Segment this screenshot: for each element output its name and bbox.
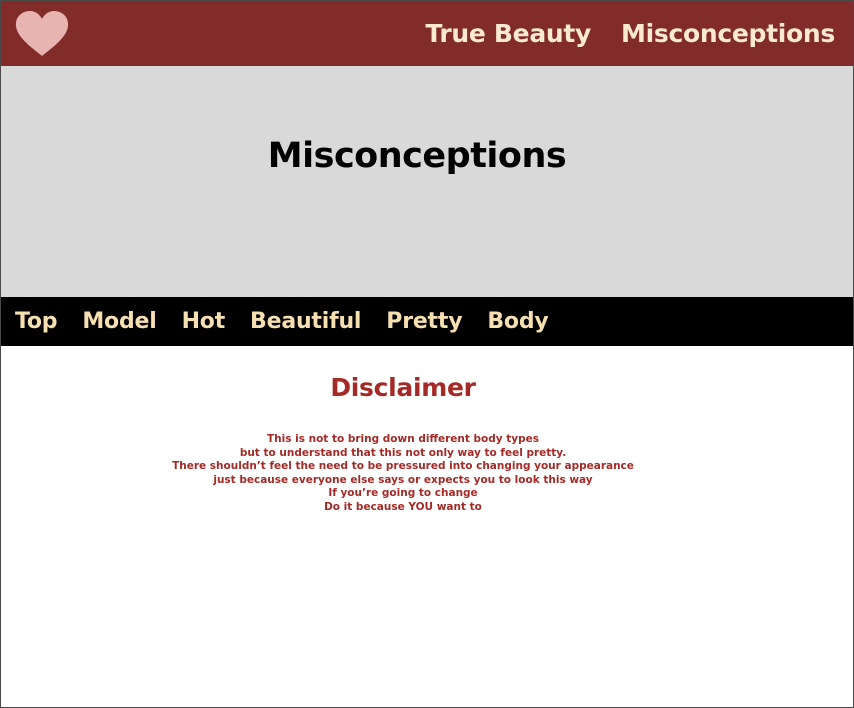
section-link-pretty[interactable]: Pretty — [386, 309, 462, 334]
disclaimer-line: If you’re going to change — [328, 487, 478, 499]
heart-icon[interactable] — [14, 10, 70, 58]
section-nav: Top Model Hot Beautiful Pretty Body — [1, 297, 853, 346]
disclaimer-heading: Disclaimer — [330, 373, 476, 402]
disclaimer-line: This is not to bring down different body… — [266, 433, 540, 445]
hero-banner: Misconceptions — [1, 66, 853, 297]
section-link-hot[interactable]: Hot — [182, 309, 226, 334]
page-title: Misconceptions — [267, 136, 567, 176]
section-link-body[interactable]: Body — [487, 309, 548, 334]
page: True Beauty Misconceptions Misconception… — [0, 0, 854, 708]
disclaimer-text: This is not to bring down different body… — [1, 433, 805, 514]
disclaimer-line: but to understand that this not only way… — [239, 446, 567, 459]
disclaimer-line: Do it because YOU want to — [324, 500, 482, 513]
top-nav: True Beauty Misconceptions — [425, 1, 835, 66]
nav-link-misconceptions[interactable]: Misconceptions — [621, 19, 835, 48]
nav-link-true-beauty[interactable]: True Beauty — [425, 19, 591, 48]
main-content: Disclaimer This is not to bring down dif… — [1, 346, 853, 707]
section-link-beautiful[interactable]: Beautiful — [250, 309, 361, 334]
top-header: True Beauty Misconceptions — [1, 1, 853, 66]
section-link-top[interactable]: Top — [15, 309, 58, 334]
section-link-model[interactable]: Model — [82, 309, 156, 334]
disclaimer-line: just because everyone else says or expec… — [213, 473, 593, 486]
disclaimer-line: There shouldn’t feel the need to be pres… — [172, 460, 634, 472]
